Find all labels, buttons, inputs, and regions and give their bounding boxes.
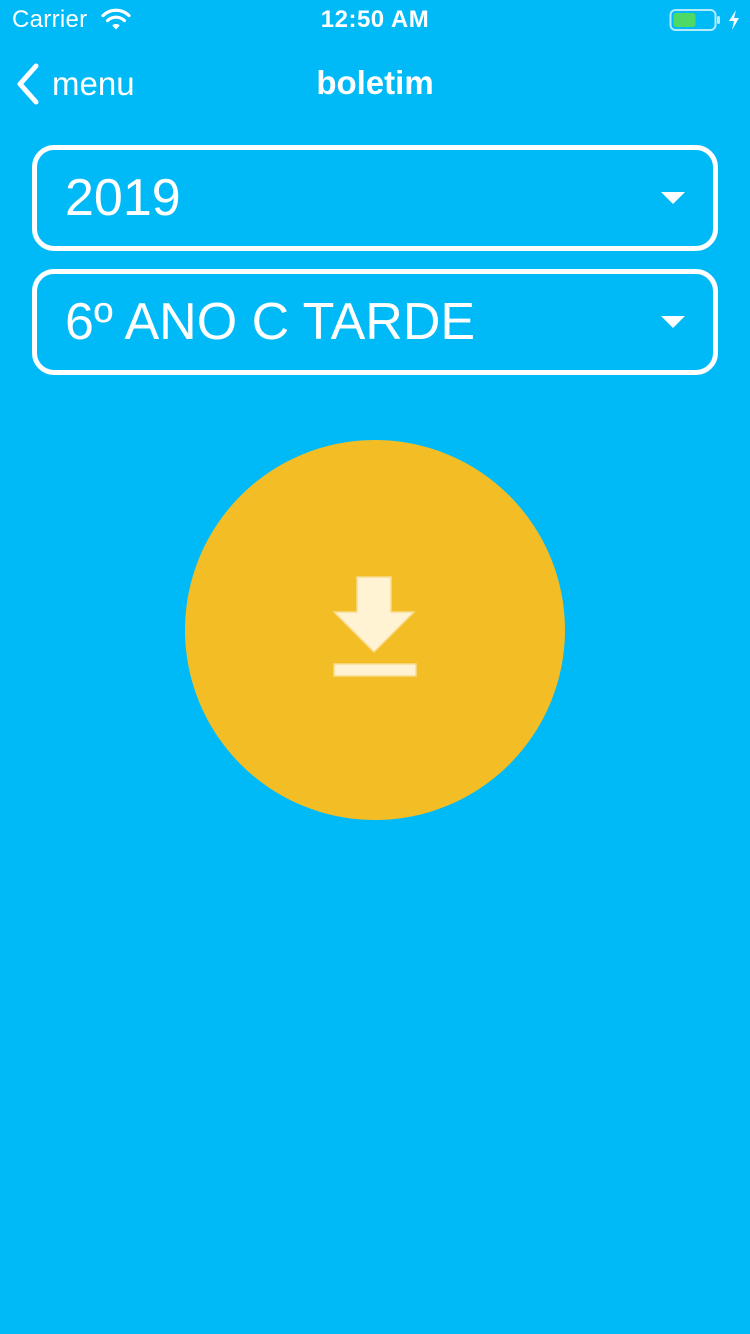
year-select[interactable]: 2019 (32, 145, 718, 251)
class-select-value: 6º ANO C TARDE (65, 293, 476, 351)
download-button[interactable] (185, 440, 565, 820)
year-select-value: 2019 (65, 169, 181, 227)
class-select[interactable]: 6º ANO C TARDE (32, 269, 718, 375)
page-title: boletim (316, 64, 434, 101)
navigation-bar: menu boletim (0, 40, 750, 128)
caret-down-icon (661, 192, 685, 204)
charging-bolt-icon (729, 10, 739, 30)
battery-icon (669, 9, 720, 31)
status-time: 12:50 AM (320, 6, 430, 33)
status-bar: Carrier 12:50 AM (0, 0, 750, 40)
caret-down-icon (661, 316, 685, 328)
download-icon (333, 576, 417, 677)
